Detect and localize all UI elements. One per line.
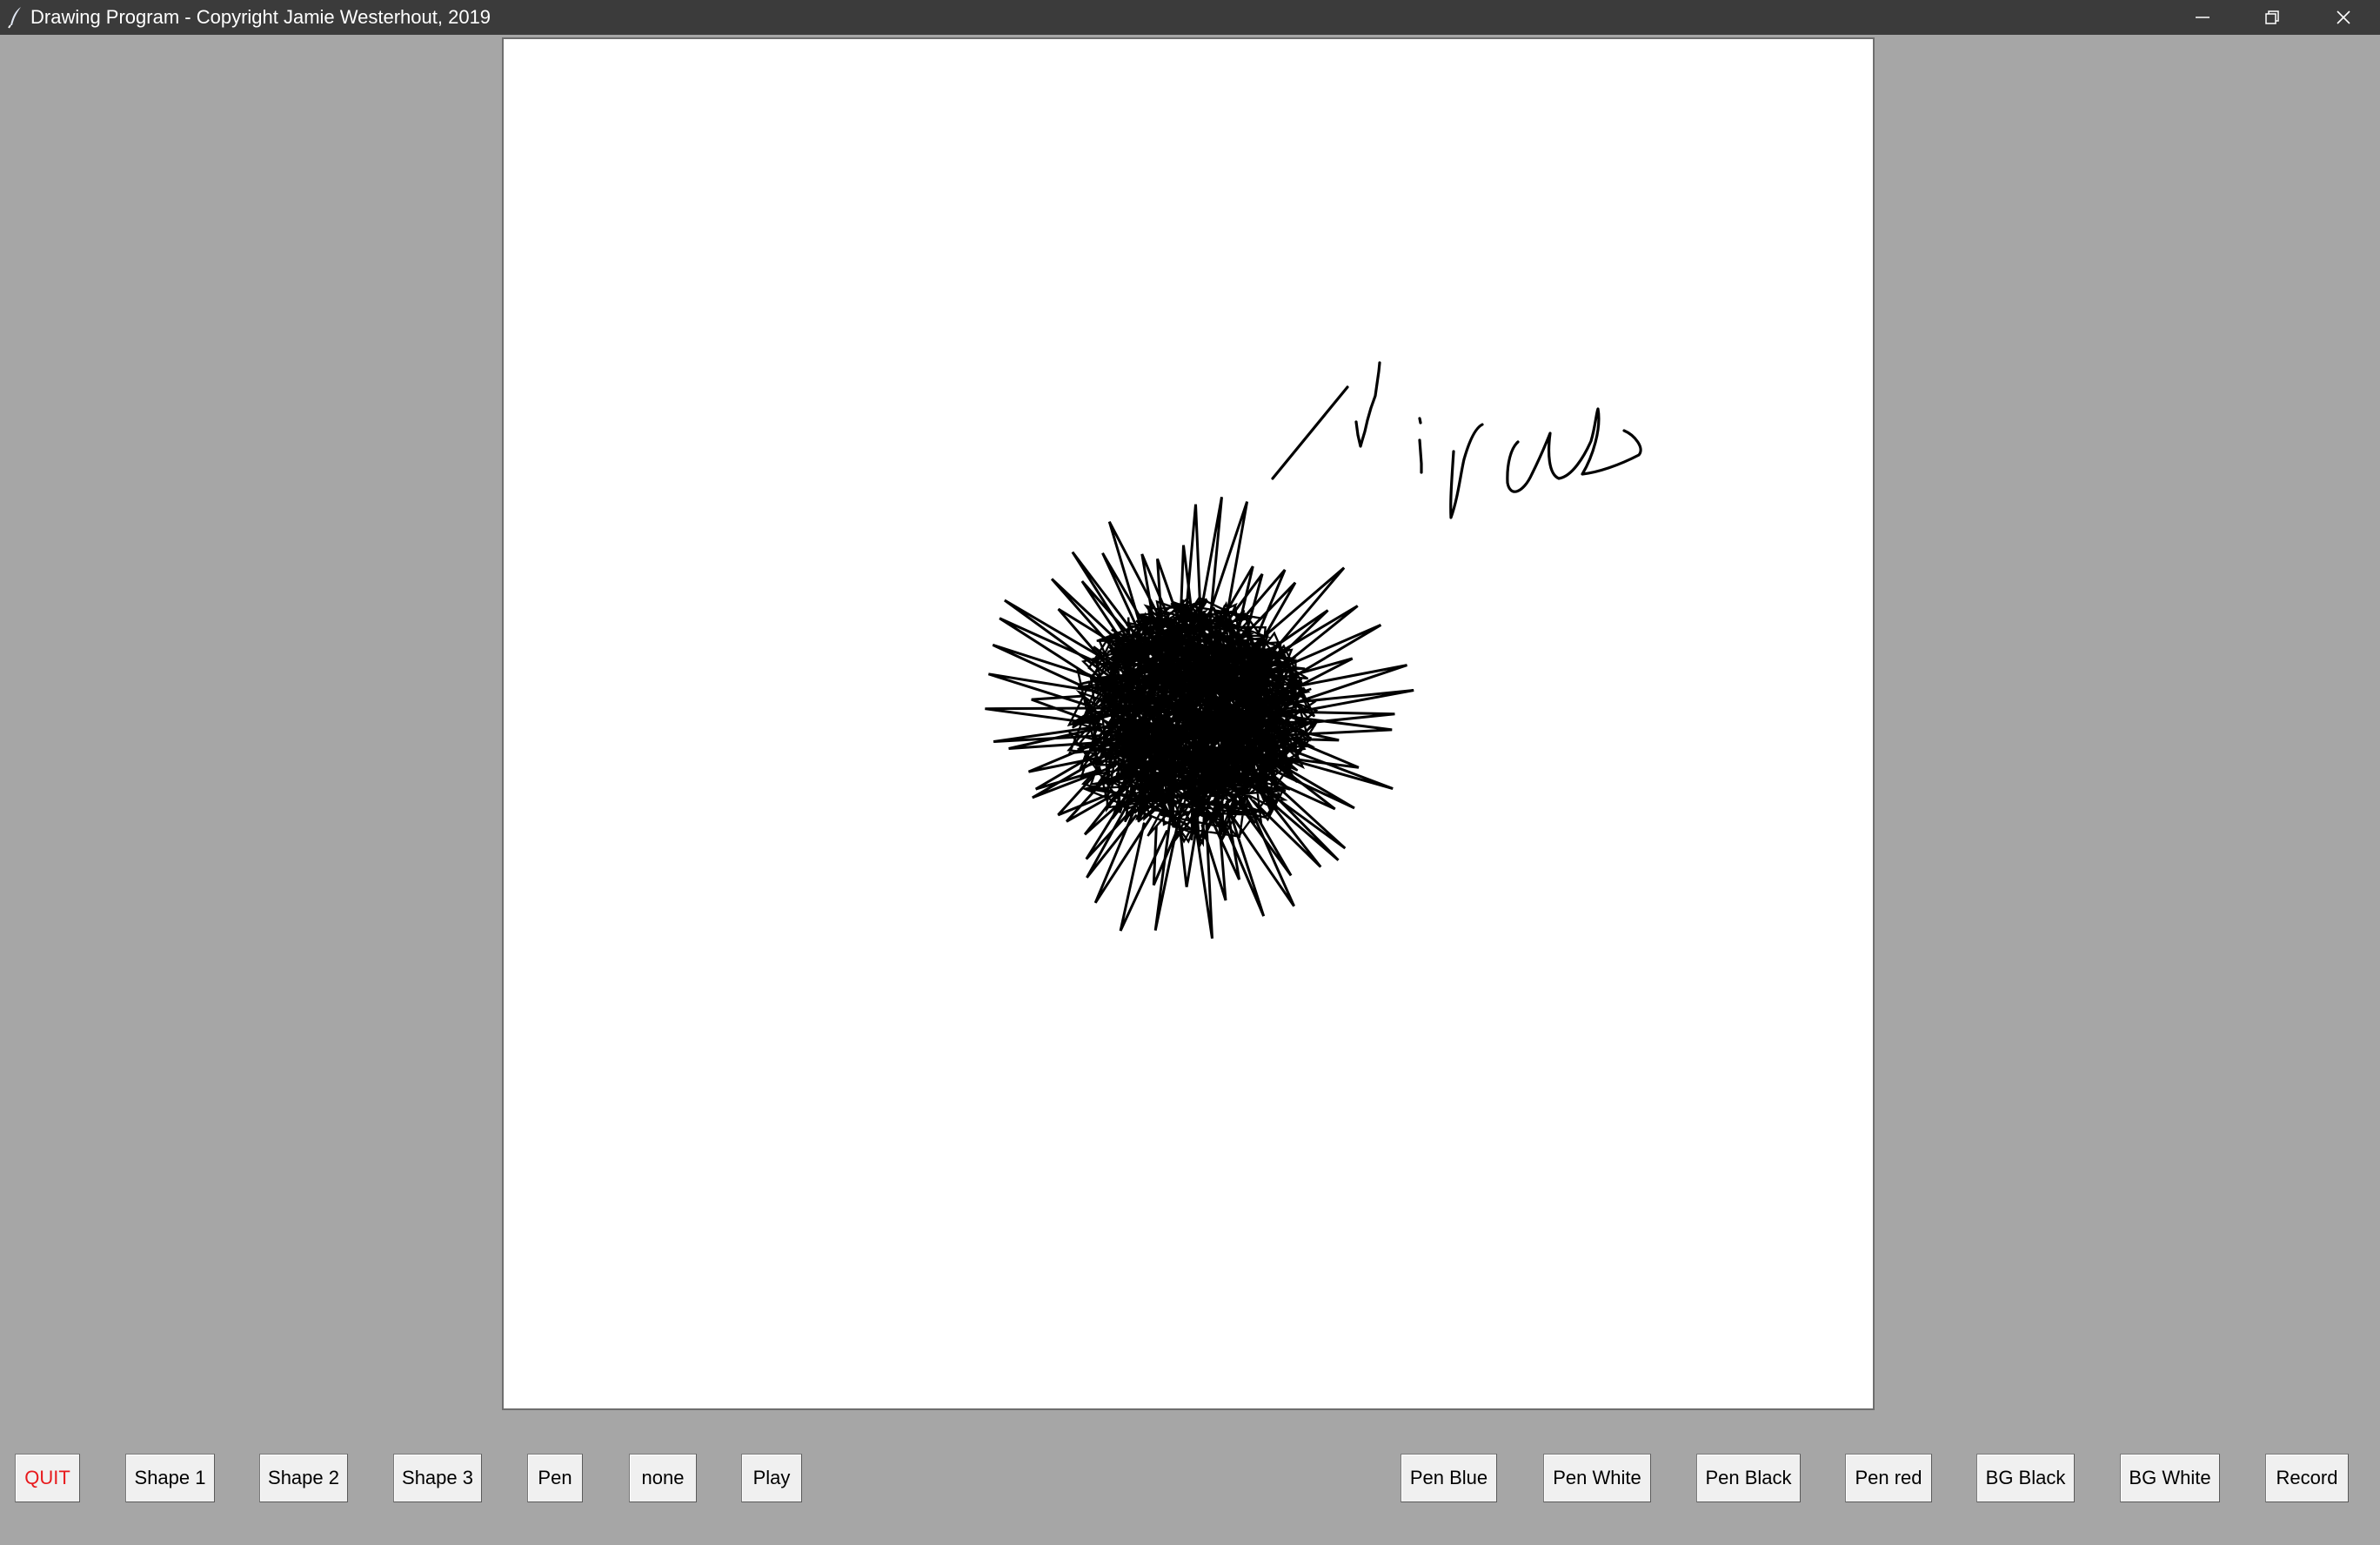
restore-icon [2265, 10, 2279, 24]
close-icon [2337, 10, 2350, 24]
drawing-surface[interactable] [504, 39, 1873, 1408]
record-button[interactable]: Record [2265, 1454, 2349, 1502]
shape-1-button[interactable]: Shape 1 [125, 1454, 215, 1502]
feather-pen-icon [7, 6, 24, 29]
app-window: Drawing Program - Copyright Jamie Wester… [0, 0, 2380, 1545]
bg-black-button[interactable]: BG Black [1976, 1454, 2075, 1502]
quit-button[interactable]: QUIT [15, 1454, 80, 1502]
close-button[interactable] [2309, 0, 2378, 35]
minimize-button[interactable] [2168, 0, 2237, 35]
title-bar[interactable]: Drawing Program - Copyright Jamie Wester… [0, 0, 2380, 35]
bg-white-button[interactable]: BG White [2120, 1454, 2220, 1502]
pen-button[interactable]: Pen [527, 1454, 583, 1502]
scribble-spike [1031, 694, 1086, 719]
restore-button[interactable] [2237, 0, 2307, 35]
pen-white-button[interactable]: Pen White [1543, 1454, 1651, 1502]
scribble-spike [1228, 801, 1295, 907]
minimize-icon [2196, 17, 2210, 18]
shape-2-button[interactable]: Shape 2 [259, 1454, 348, 1502]
none-button[interactable]: none [629, 1454, 697, 1502]
play-button[interactable]: Play [741, 1454, 802, 1502]
scribble-spike [993, 725, 1102, 743]
pen-blue-button[interactable]: Pen Blue [1401, 1454, 1497, 1502]
drawing-canvas[interactable] [502, 37, 1875, 1410]
shape-3-button[interactable]: Shape 3 [393, 1454, 482, 1502]
handwritten-virus-drawing [1271, 361, 1642, 519]
spiky-scribble-drawing [985, 497, 1414, 940]
window-title: Drawing Program - Copyright Jamie Wester… [30, 6, 491, 28]
pen-black-button[interactable]: Pen Black [1696, 1454, 1801, 1502]
pen-red-button[interactable]: Pen red [1845, 1454, 1932, 1502]
